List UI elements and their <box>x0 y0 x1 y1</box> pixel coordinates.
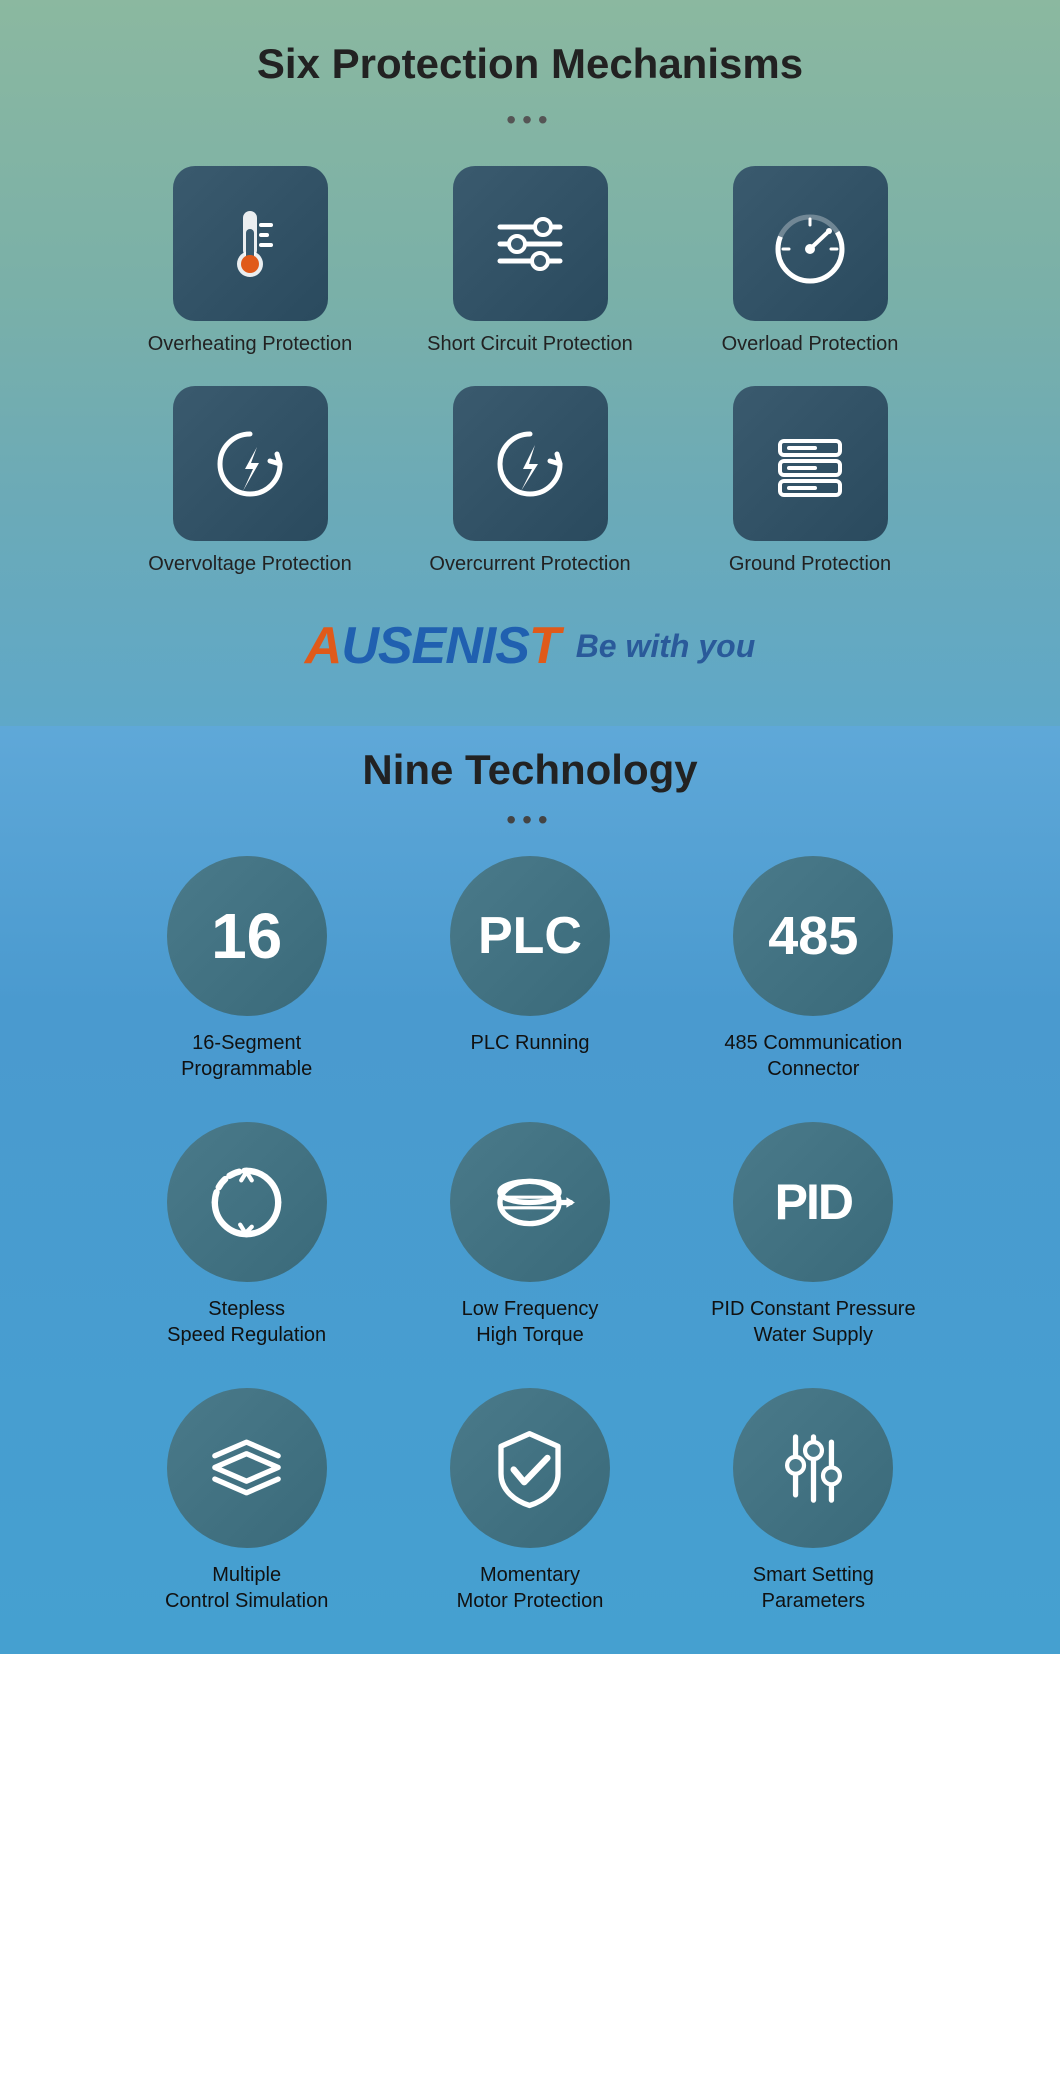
overheating-icon-box <box>173 166 328 321</box>
brand-logo: AUSENIST <box>305 616 560 676</box>
lowfreq-icon <box>482 1155 577 1250</box>
protection-item-overvoltage: Overvoltage Protection <box>120 386 380 576</box>
stepless-circle <box>167 1122 327 1282</box>
overcurrent-icon <box>485 419 575 509</box>
overvoltage-icon <box>205 419 295 509</box>
smart-circle <box>733 1388 893 1548</box>
overvoltage-icon-box <box>173 386 328 541</box>
tech-grid: 16 16-SegmentProgrammable PLC PLC Runnin… <box>110 856 950 1614</box>
page-title: Six Protection Mechanisms <box>20 40 1040 88</box>
protection-item-overcurrent: Overcurrent Protection <box>400 386 660 576</box>
comm-label: 485 CommunicationConnector <box>724 1030 902 1082</box>
tech-item-lowfreq: Low FrequencyHigh Torque <box>393 1122 666 1348</box>
overcurrent-icon-box <box>453 386 608 541</box>
overheating-icon <box>205 199 295 289</box>
plc-label: PLC Running <box>471 1030 590 1056</box>
tech-item-momentary: MomentaryMotor Protection <box>393 1388 666 1614</box>
overvoltage-label: Overvoltage Protection <box>148 553 351 576</box>
tech-item-segment: 16 16-SegmentProgrammable <box>110 856 383 1082</box>
tech-item-485: 485 485 CommunicationConnector <box>677 856 950 1082</box>
pid-circle: PID <box>733 1122 893 1282</box>
brand-tagline: Be with you <box>576 628 756 665</box>
bottom-dots: ••• <box>20 804 1040 836</box>
protection-item-short-circuit: Short Circuit Protection <box>400 166 660 356</box>
multi-circle <box>167 1388 327 1548</box>
ground-icon <box>765 419 855 509</box>
stepless-label: SteplessSpeed Regulation <box>167 1296 326 1348</box>
tech-title: Nine Technology <box>20 746 1040 794</box>
segment-circle: 16 <box>167 856 327 1016</box>
short-circuit-label: Short Circuit Protection <box>427 333 633 356</box>
segment-label: 16-SegmentProgrammable <box>181 1030 312 1082</box>
smart-icon <box>766 1421 861 1516</box>
protection-item-ground: Ground Protection <box>680 386 940 576</box>
top-section: Six Protection Mechanisms ••• Overheatin… <box>0 0 1060 726</box>
lowfreq-circle <box>450 1122 610 1282</box>
overload-label: Overload Protection <box>722 333 899 356</box>
momentary-label: MomentaryMotor Protection <box>457 1562 604 1614</box>
overheating-label: Overheating Protection <box>148 333 353 356</box>
overcurrent-label: Overcurrent Protection <box>429 553 630 576</box>
plc-circle: PLC <box>450 856 610 1016</box>
tech-item-smart: Smart SettingParameters <box>677 1388 950 1614</box>
ground-label: Ground Protection <box>729 553 891 576</box>
momentary-icon <box>482 1421 577 1516</box>
brand-section: AUSENIST Be with you <box>20 606 1040 686</box>
tech-item-pid: PID PID Constant PressureWater Supply <box>677 1122 950 1348</box>
protection-item-overheating: Overheating Protection <box>120 166 380 356</box>
bottom-section: Nine Technology ••• 16 16-SegmentProgram… <box>0 726 1060 1654</box>
smart-label: Smart SettingParameters <box>753 1562 874 1614</box>
top-dots: ••• <box>20 104 1040 136</box>
protection-item-overload: Overload Protection <box>680 166 940 356</box>
tech-item-stepless: SteplessSpeed Regulation <box>110 1122 383 1348</box>
momentary-circle <box>450 1388 610 1548</box>
tech-item-plc: PLC PLC Running <box>393 856 666 1082</box>
pid-label: PID Constant PressureWater Supply <box>711 1296 916 1348</box>
lowfreq-label: Low FrequencyHigh Torque <box>462 1296 599 1348</box>
comm-circle: 485 <box>733 856 893 1016</box>
tech-item-multi: MultipleControl Simulation <box>110 1388 383 1614</box>
multi-label: MultipleControl Simulation <box>165 1562 328 1614</box>
stepless-icon <box>199 1155 294 1250</box>
ground-icon-box <box>733 386 888 541</box>
short-circuit-icon-box <box>453 166 608 321</box>
short-circuit-icon <box>485 199 575 289</box>
overload-icon <box>765 199 855 289</box>
overload-icon-box <box>733 166 888 321</box>
multi-icon <box>199 1421 294 1516</box>
protection-grid: Overheating Protection Short Circuit Pro… <box>120 166 940 576</box>
